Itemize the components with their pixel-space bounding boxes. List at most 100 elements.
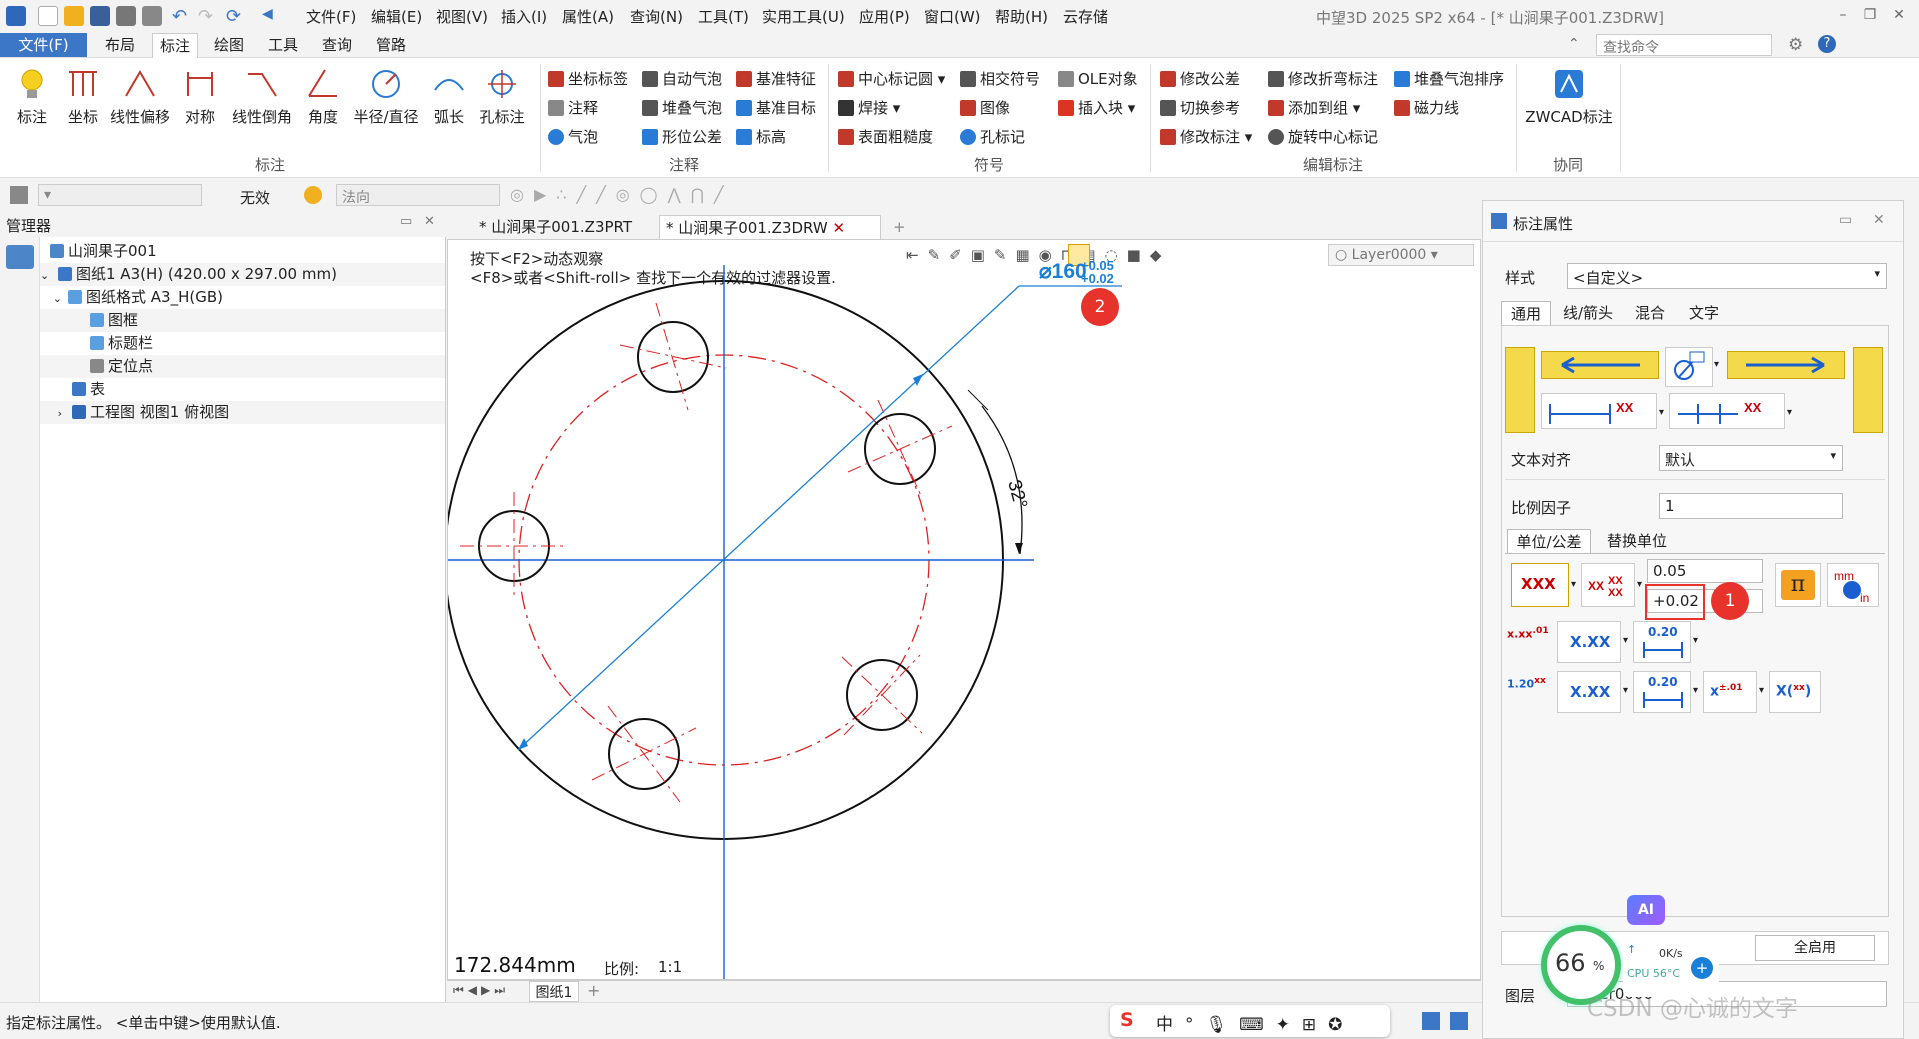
tab-piping[interactable]: 管路 xyxy=(368,33,414,58)
command-search-input[interactable]: 查找命令 xyxy=(1596,34,1772,56)
tray-icon[interactable] xyxy=(1422,1012,1440,1030)
app-logo-icon[interactable] xyxy=(6,6,26,26)
unit-mm-in-button[interactable]: mm in xyxy=(1827,563,1879,607)
minimize-icon[interactable]: – xyxy=(1834,6,1852,24)
normal-combo[interactable]: 法向 xyxy=(336,184,500,206)
angle-button[interactable]: 角度 xyxy=(300,66,346,127)
text-left-icon[interactable] xyxy=(1505,347,1535,433)
panel-close-icon[interactable]: ✕ xyxy=(1873,212,1885,228)
text-inside-left-button[interactable]: XX xyxy=(1541,393,1657,429)
symmetric-button[interactable]: 对称 xyxy=(178,66,222,127)
tree-row[interactable]: 标题栏 xyxy=(40,332,445,355)
arrow-left-button[interactable] xyxy=(1541,351,1659,379)
tree-row[interactable]: ⌄ 图纸1 A3(H) (420.00 x 297.00 mm) xyxy=(40,263,445,286)
menu-view[interactable]: 视图(V) xyxy=(436,6,488,27)
chevron-down-icon[interactable]: ▾ xyxy=(1659,407,1664,418)
menu-help[interactable]: 帮助(H) xyxy=(995,6,1048,27)
format-xxx-button[interactable]: XXX xyxy=(1511,563,1569,607)
doc-tab-part[interactable]: * 山涧果子001.Z3PRT xyxy=(473,215,638,239)
pin-icon[interactable]: ▭ xyxy=(1839,212,1852,228)
close-icon[interactable]: ✕ xyxy=(1890,6,1908,24)
chevron-down-icon[interactable]: ▾ xyxy=(1571,579,1576,590)
ime-tools-icons[interactable]: 中°🎙⌨✦⊞✪ xyxy=(1156,1010,1354,1035)
modify-tolerance-button[interactable]: 修改公差 xyxy=(1160,68,1240,89)
filter-combo[interactable]: ▾ xyxy=(38,184,202,206)
datum-feature-button[interactable]: 基准特征 xyxy=(736,68,816,89)
tab-tools[interactable]: 工具 xyxy=(260,33,306,58)
scale-factor-input[interactable]: 1 xyxy=(1659,493,1843,519)
alt-precision-xxx-button[interactable]: X.XX xyxy=(1557,671,1621,713)
snap-icon[interactable] xyxy=(304,186,322,204)
geometric-tolerance-button[interactable]: 形位公差 xyxy=(642,126,722,147)
arrow-right-button[interactable] xyxy=(1727,351,1845,379)
tab-dimension[interactable]: 标注 xyxy=(152,33,198,58)
balloon-button[interactable]: 气泡 xyxy=(548,126,598,147)
surface-roughness-button[interactable]: 表面粗糙度 xyxy=(838,126,933,147)
collapse-arrow-icon[interactable]: ◀ xyxy=(262,6,282,26)
auto-balloon-button[interactable]: 自动气泡 xyxy=(642,68,722,89)
zwcad-dimension-button[interactable]: ZWCAD标注 xyxy=(1522,66,1616,127)
plus-icon[interactable]: + xyxy=(1691,957,1713,979)
tree-row[interactable]: ⌄ 图纸格式 A3_H(GB) xyxy=(40,286,445,309)
text-inside-right-button[interactable]: XX xyxy=(1669,393,1785,429)
tab-alternate-unit[interactable]: 替换单位 xyxy=(1595,529,1679,553)
sort-stacked-balloons-button[interactable]: 堆叠气泡排序 xyxy=(1394,68,1504,89)
center-mark-circle-button[interactable]: 中心标记圆 ▾ xyxy=(838,68,945,89)
tab-unit-tolerance[interactable]: 单位/公差 xyxy=(1507,529,1591,553)
chevron-down-icon[interactable]: ▾ xyxy=(1637,579,1642,590)
pin-icon[interactable]: ▭ xyxy=(400,214,412,229)
new-file-icon[interactable] xyxy=(38,6,58,26)
chevron-down-icon[interactable]: ▾ xyxy=(1693,635,1698,646)
weld-button[interactable]: 焊接 ▾ xyxy=(838,97,900,118)
hole-dimension-button[interactable]: 孔标注 xyxy=(474,66,530,127)
undo-icon[interactable]: ↶ xyxy=(172,6,192,27)
hole-mark-button[interactable]: 孔标记 xyxy=(960,126,1025,147)
limit-format-button[interactable]: X(xx) xyxy=(1769,671,1821,713)
restore-icon[interactable]: ❐ xyxy=(1861,6,1879,24)
open-file-icon[interactable] xyxy=(64,6,84,26)
chevron-down-icon[interactable]: ▾ xyxy=(1714,359,1719,370)
tab-query[interactable]: 查询 xyxy=(314,33,360,58)
tree-row[interactable]: 定位点 xyxy=(40,355,445,378)
drawing-canvas[interactable]: 按下<F2>动态观察 <F8>或者<Shift-roll> 查找下一个有效的过滤… xyxy=(447,239,1481,980)
doc-tab-drawing[interactable]: * 山涧果子001.Z3DRW ✕ xyxy=(659,215,881,239)
expand-icon[interactable]: › xyxy=(40,403,62,425)
upper-tolerance-input[interactable]: 0.05 xyxy=(1647,559,1763,583)
style-select[interactable]: <自定义> ▾ xyxy=(1567,263,1887,289)
file-button[interactable]: 文件(F) xyxy=(0,33,87,57)
tree-row[interactable]: › 工程图 视图1 俯视图 xyxy=(40,401,445,424)
radius-diameter-button[interactable]: 半径/直径 xyxy=(350,66,422,127)
pi-symbol-button[interactable]: π xyxy=(1775,563,1821,607)
tab-text[interactable]: 文字 xyxy=(1679,301,1729,325)
tolerance-precision-button[interactable]: 0.20 xyxy=(1633,621,1691,663)
tray-icon[interactable] xyxy=(1450,1012,1468,1030)
help-icon[interactable]: ? xyxy=(1818,35,1836,53)
menu-tools[interactable]: 工具(T) xyxy=(698,6,749,27)
linear-offset-button[interactable]: 线性偏移 xyxy=(104,66,176,127)
tolerance-format-button[interactable]: XX XX XX xyxy=(1581,563,1635,607)
insert-block-button[interactable]: 插入块 ▾ xyxy=(1058,97,1135,118)
redo-icon[interactable]: ↷ xyxy=(198,6,218,27)
enable-all-button[interactable]: 全启用 xyxy=(1755,935,1875,961)
print-icon[interactable] xyxy=(116,6,136,26)
diameter-symbol-button[interactable] xyxy=(1665,347,1713,387)
tree-row[interactable]: 图框 xyxy=(40,309,445,332)
tolerance-display-button[interactable]: x±.01 xyxy=(1703,671,1757,713)
settings-gear-icon[interactable]: ⚙ xyxy=(1788,35,1803,55)
alt-tolerance-precision-button[interactable]: 0.20 xyxy=(1633,671,1691,713)
rotate-center-mark-button[interactable]: 旋转中心标记 xyxy=(1268,126,1378,147)
sheet-tab[interactable]: 图纸1 xyxy=(529,981,579,1002)
menu-insert[interactable]: 插入(I) xyxy=(501,6,547,27)
ime-toolbar[interactable]: S 中°🎙⌨✦⊞✪ xyxy=(1110,1005,1390,1037)
menu-edit[interactable]: 编辑(E) xyxy=(371,6,422,27)
sogou-icon[interactable]: S xyxy=(1120,1009,1134,1031)
dimension-button[interactable]: 标注 xyxy=(8,66,56,127)
add-tab-icon[interactable]: + xyxy=(887,215,912,239)
diameter-dimension-line[interactable] xyxy=(517,285,1020,751)
modify-jog-dimension-button[interactable]: 修改折弯标注 xyxy=(1268,68,1378,89)
collapse-ribbon-icon[interactable]: ⌃ xyxy=(1568,36,1580,52)
precision-xxx-button[interactable]: X.XX xyxy=(1557,621,1621,663)
snap-tools-icons[interactable]: ◎▶∴╱╱◎◯⋀⋂╱ xyxy=(510,185,733,204)
tab-layout[interactable]: 布局 xyxy=(98,33,142,58)
filter-icon[interactable] xyxy=(10,186,28,204)
